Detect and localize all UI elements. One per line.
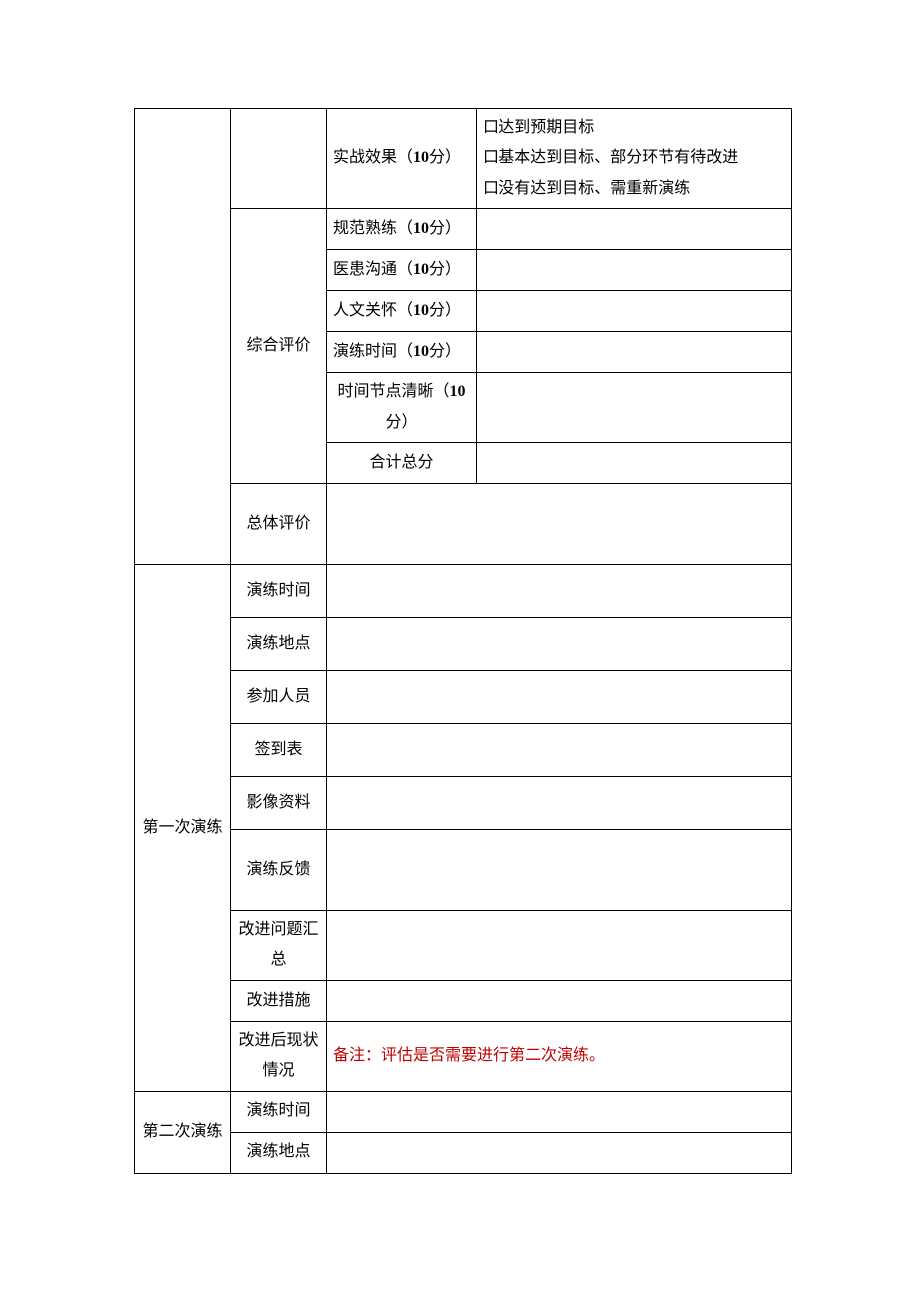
row-d2-place: 演练地点 [135, 1132, 792, 1173]
opt-label: 达到预期目标 [498, 119, 594, 136]
p: 10 [413, 261, 429, 278]
cell-overall-label: 总体评价 [231, 483, 327, 564]
cell-overall-value [327, 483, 792, 564]
checkbox-icon: 口 [483, 143, 498, 173]
value-d1-time [327, 564, 792, 617]
value-d1-media [327, 776, 792, 829]
value-d2-time [327, 1091, 792, 1132]
value-d1-feedback [327, 829, 792, 910]
p: 10 [413, 343, 429, 360]
t: 演练时间（ [333, 343, 413, 360]
cell-effect-options: 口达到预期目标 口基本达到目标、部分环节有待改进 口没有达到目标、需重新演练 [477, 109, 792, 209]
score-2 [477, 250, 792, 291]
value-d1-place [327, 617, 792, 670]
row-overall: 总体评价 [135, 483, 792, 564]
score-total [477, 442, 792, 483]
pts: 10 [413, 149, 429, 166]
label-d1-feedback: 演练反馈 [231, 829, 327, 910]
opt-3: 口没有达到目标、需重新演练 [483, 174, 785, 204]
text2: 分） [429, 149, 461, 166]
label-d1-media: 影像资料 [231, 776, 327, 829]
row-comp-1: 综合评价 规范熟练（10分） [135, 209, 792, 250]
criteria-5: 时间节点清晰（10 分） [327, 373, 477, 443]
value-d1-poststatus-note: 备注：评估是否需要进行第二次演练。 [327, 1021, 792, 1091]
checkbox-icon: 口 [483, 113, 498, 143]
value-d1-measures [327, 980, 792, 1021]
label-d1-poststatus: 改进后现状情况 [231, 1021, 327, 1091]
s: 分） [429, 261, 461, 278]
row-d1-poststatus: 改进后现状情况 备注：评估是否需要进行第二次演练。 [135, 1021, 792, 1091]
t: 时间节点清晰（ [337, 383, 449, 400]
row-d1-media: 影像资料 [135, 776, 792, 829]
opt-1: 口达到预期目标 [483, 113, 785, 143]
criteria-4: 演练时间（10分） [327, 332, 477, 373]
row-d1-feedback: 演练反馈 [135, 829, 792, 910]
criteria-3: 人文关怀（10分） [327, 291, 477, 332]
p: 10 [450, 383, 466, 400]
cell-blank-col2 [231, 109, 327, 209]
p: 10 [413, 220, 429, 237]
cell-comprehensive-label: 综合评价 [231, 209, 327, 484]
value-d1-issues [327, 910, 792, 980]
score-5 [477, 373, 792, 443]
score-4 [477, 332, 792, 373]
row-effect: 实战效果（10分） 口达到预期目标 口基本达到目标、部分环节有待改进 口没有达到… [135, 109, 792, 209]
row-d1-issues: 改进问题汇总 [135, 910, 792, 980]
label-d1-issues: 改进问题汇总 [231, 910, 327, 980]
row-d2-time: 第二次演练 演练时间 [135, 1091, 792, 1132]
value-d2-place [327, 1132, 792, 1173]
criteria-2: 医患沟通（10分） [327, 250, 477, 291]
p: 10 [413, 302, 429, 319]
t: 规范熟练（ [333, 220, 413, 237]
opt-label: 基本达到目标、部分环节有待改进 [498, 149, 738, 166]
criteria-total: 合计总分 [327, 442, 477, 483]
score-1 [477, 209, 792, 250]
value-d1-signin [327, 723, 792, 776]
row-d1-time: 第一次演练 演练时间 [135, 564, 792, 617]
label-d1-people: 参加人员 [231, 670, 327, 723]
s: 分） [429, 302, 461, 319]
row-d1-people: 参加人员 [135, 670, 792, 723]
label-d1-signin: 签到表 [231, 723, 327, 776]
section-drill2: 第二次演练 [135, 1091, 231, 1173]
row-d1-signin: 签到表 [135, 723, 792, 776]
label-d1-measures: 改进措施 [231, 980, 327, 1021]
label-d2-place: 演练地点 [231, 1132, 327, 1173]
label-d2-time: 演练时间 [231, 1091, 327, 1132]
s: 分） [429, 220, 461, 237]
s: 分） [429, 343, 461, 360]
opt-label: 没有达到目标、需重新演练 [498, 180, 690, 197]
t: 人文关怀（ [333, 302, 413, 319]
text: 实战效果（ [333, 149, 413, 166]
checkbox-icon: 口 [483, 174, 498, 204]
criteria-1: 规范熟练（10分） [327, 209, 477, 250]
row-d1-place: 演练地点 [135, 617, 792, 670]
t: 医患沟通（ [333, 261, 413, 278]
s: 分） [385, 414, 417, 431]
section-blank-left [135, 109, 231, 565]
cell-effect-label: 实战效果（10分） [327, 109, 477, 209]
label-d1-place: 演练地点 [231, 617, 327, 670]
evaluation-table: 实战效果（10分） 口达到预期目标 口基本达到目标、部分环节有待改进 口没有达到… [134, 108, 792, 1174]
row-d1-measures: 改进措施 [135, 980, 792, 1021]
label-d1-time: 演练时间 [231, 564, 327, 617]
section-drill1: 第一次演练 [135, 564, 231, 1091]
value-d1-people [327, 670, 792, 723]
opt-2: 口基本达到目标、部分环节有待改进 [483, 143, 785, 173]
score-3 [477, 291, 792, 332]
